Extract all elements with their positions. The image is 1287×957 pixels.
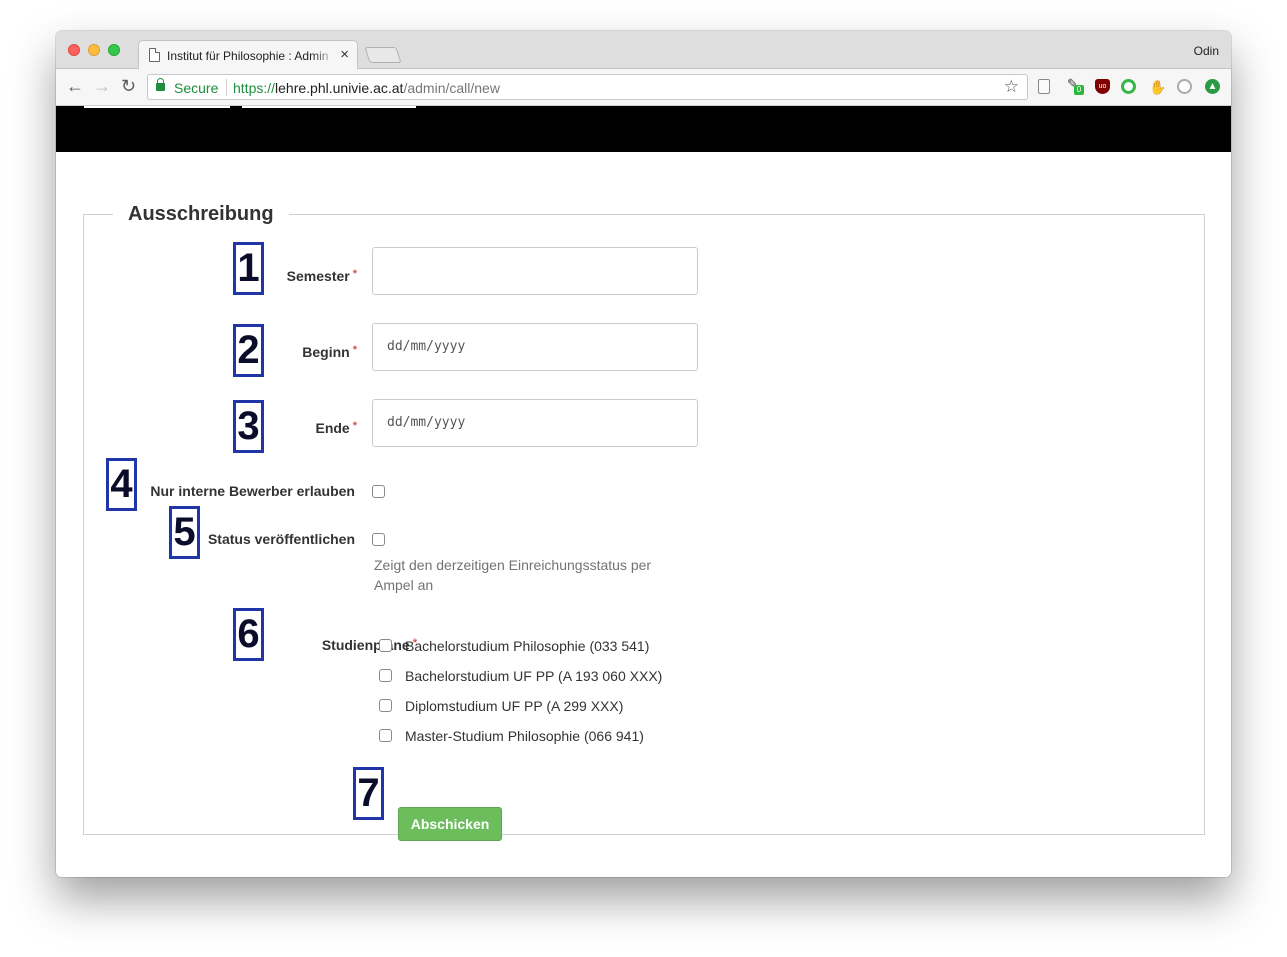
form-fieldset	[83, 214, 1205, 835]
hand-extension-icon[interactable]: ✋	[1149, 79, 1166, 95]
ende-label: Ende *	[315, 420, 357, 436]
studienplan-option-label[interactable]: Diplomstudium UF PP (A 299 XXX)	[405, 698, 623, 714]
ublock-extension-icon[interactable]: uo	[1095, 79, 1110, 94]
evernote-extension-icon[interactable]: ✎ 0	[1067, 76, 1084, 95]
document-extension-icon[interactable]	[1038, 79, 1050, 94]
green-circle-extension-icon[interactable]	[1121, 79, 1136, 94]
address-separator	[226, 79, 227, 96]
url-host: lehre.phl.univie.ac.at	[275, 80, 404, 96]
studienplan-checkbox[interactable]	[379, 639, 392, 652]
upload-extension-icon[interactable]: ▲	[1205, 79, 1220, 94]
url-protocol: https://	[233, 80, 276, 96]
tab-title: Institut für Philosophie : Admin	[167, 49, 329, 63]
lock-icon	[156, 78, 165, 91]
status-checkbox[interactable]	[372, 533, 385, 546]
studienplan-checkbox[interactable]	[379, 729, 392, 742]
annotation-marker-1: 1	[233, 242, 264, 295]
annotation-marker-6: 6	[233, 608, 264, 661]
address-bar[interactable]: Secure https://lehre.phl.univie.ac.at/ad…	[147, 74, 1028, 100]
annotation-marker-4: 4	[106, 458, 137, 511]
nav-underline	[84, 106, 230, 108]
nav-underline	[242, 106, 416, 108]
studienplan-option-label[interactable]: Bachelorstudium UF PP (A 193 060 XXX)	[405, 668, 662, 684]
studienplaene-label: Studienpläne *	[321, 637, 417, 653]
submit-button[interactable]: Abschicken	[398, 807, 502, 841]
studienplan-option-label[interactable]: Master-Studium Philosophie (066 941)	[405, 728, 644, 744]
url-text[interactable]: https://lehre.phl.univie.ac.at/admin/cal…	[233, 80, 500, 96]
page-icon	[149, 48, 160, 62]
semester-label: Semester *	[286, 268, 357, 284]
page-content: Ausschreibung Semester * Beginn * dd/mm/yy…	[56, 106, 1231, 877]
reload-icon[interactable]: ↻	[121, 76, 136, 96]
site-header	[56, 106, 1231, 152]
interne-bewerber-label: Nur interne Bewerber erlauben	[150, 483, 355, 499]
bookmark-star-icon[interactable]: ☆	[1004, 77, 1019, 97]
annotation-marker-5: 5	[169, 506, 200, 559]
url-path: /admin/call/new	[403, 80, 500, 96]
profile-name[interactable]: Odin	[1194, 44, 1219, 58]
form-legend: Ausschreibung	[113, 203, 289, 226]
close-window-icon[interactable]	[68, 44, 80, 56]
forward-icon[interactable]: →	[93, 76, 111, 96]
semester-input[interactable]	[372, 247, 698, 295]
annotation-marker-2: 2	[233, 324, 264, 377]
browser-toolbar: ← → ↻ Secure https://lehre.phl.univie.ac…	[56, 69, 1231, 106]
secure-label: Secure	[174, 80, 219, 96]
back-icon[interactable]: ←	[66, 76, 84, 96]
new-tab-button[interactable]	[364, 47, 402, 63]
annotation-marker-7: 7	[353, 767, 384, 820]
minimize-window-icon[interactable]	[88, 44, 100, 56]
studienplan-checkbox[interactable]	[379, 669, 392, 682]
browser-tab[interactable]: Institut für Philosophie : Admin ×	[138, 40, 358, 70]
ende-date-input[interactable]: dd/mm/yyyy	[372, 399, 698, 447]
interne-bewerber-checkbox[interactable]	[372, 485, 385, 498]
studienplan-option-label[interactable]: Bachelorstudium Philosophie (033 541)	[405, 638, 649, 654]
ghost-extension-icon[interactable]	[1177, 79, 1192, 94]
beginn-date-input[interactable]: dd/mm/yyyy	[372, 323, 698, 371]
zoom-window-icon[interactable]	[108, 44, 120, 56]
browser-window: Institut für Philosophie : Admin × Odin …	[56, 31, 1231, 877]
status-label: Status veröffentlichen	[207, 531, 355, 547]
studienplan-checkbox[interactable]	[379, 699, 392, 712]
tab-bar: Institut für Philosophie : Admin × Odin	[56, 31, 1231, 70]
extension-badge: 0	[1074, 85, 1084, 95]
annotation-marker-3: 3	[233, 400, 264, 453]
tab-close-icon[interactable]: ×	[340, 47, 349, 63]
status-help-text: Zeigt den derzeitigen Einreichungsstatus…	[374, 557, 652, 593]
beginn-label: Beginn *	[302, 344, 357, 360]
